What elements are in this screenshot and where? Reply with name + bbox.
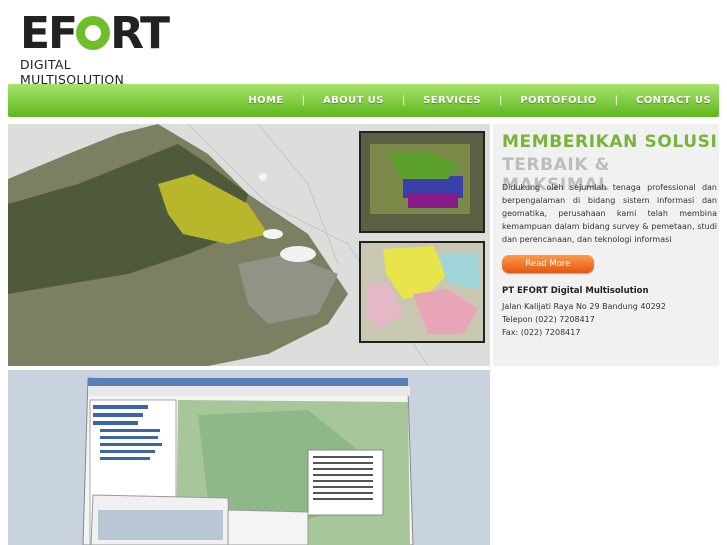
gis-screenshot-image bbox=[8, 370, 490, 545]
nav-menu: HOME | ABOUT US | SERVICES | PORTOFOLIO … bbox=[248, 84, 711, 117]
nav-about-us[interactable]: ABOUT US bbox=[323, 95, 384, 106]
company-phone: Telepon (022) 7208417 bbox=[502, 315, 595, 324]
nav-bar: HOME | ABOUT US | SERVICES | PORTOFOLIO … bbox=[8, 84, 719, 117]
nav-home[interactable]: HOME bbox=[248, 95, 283, 106]
info-panel: MEMBERIKAN SOLUSI TERBAIK & MAKSIMAL Did… bbox=[493, 124, 719, 366]
nav-services[interactable]: SERVICES bbox=[423, 95, 481, 106]
company-description: Didukung oleh sejumlah tenaga profession… bbox=[502, 183, 717, 244]
company-contact: Jalan Kalijati Raya No 29 Bandung 40292 … bbox=[502, 300, 666, 339]
inset-map-2 bbox=[359, 241, 485, 343]
nav-portofolio[interactable]: PORTOFOLIO bbox=[520, 95, 596, 106]
company-name: PT EFORT Digital Multisolution bbox=[502, 286, 649, 296]
read-more-button[interactable]: Read More bbox=[502, 255, 594, 273]
inset-map-1 bbox=[359, 131, 485, 233]
logo-o-icon bbox=[76, 16, 111, 50]
hero-image bbox=[8, 124, 490, 366]
logo[interactable]: EF RT DIGITAL MULTISOLUTION bbox=[20, 8, 170, 88]
logo-wordmark: EF RT bbox=[20, 8, 170, 59]
terrain-map-image bbox=[8, 124, 490, 366]
company-address: Jalan Kalijati Raya No 29 Bandung 40292 bbox=[502, 302, 666, 311]
company-fax: Fax: (022) 7208417 bbox=[502, 328, 581, 337]
nav-separator: | bbox=[614, 95, 619, 106]
headline-primary: MEMBERIKAN SOLUSI bbox=[502, 132, 718, 152]
nav-separator: | bbox=[401, 95, 406, 106]
nav-separator: | bbox=[498, 95, 503, 106]
logo-subtitle: DIGITAL MULTISOLUTION bbox=[20, 57, 125, 87]
nav-separator: | bbox=[301, 95, 305, 106]
gis-software-banner bbox=[8, 370, 490, 545]
nav-contact-us[interactable]: CONTACT US bbox=[636, 95, 711, 106]
